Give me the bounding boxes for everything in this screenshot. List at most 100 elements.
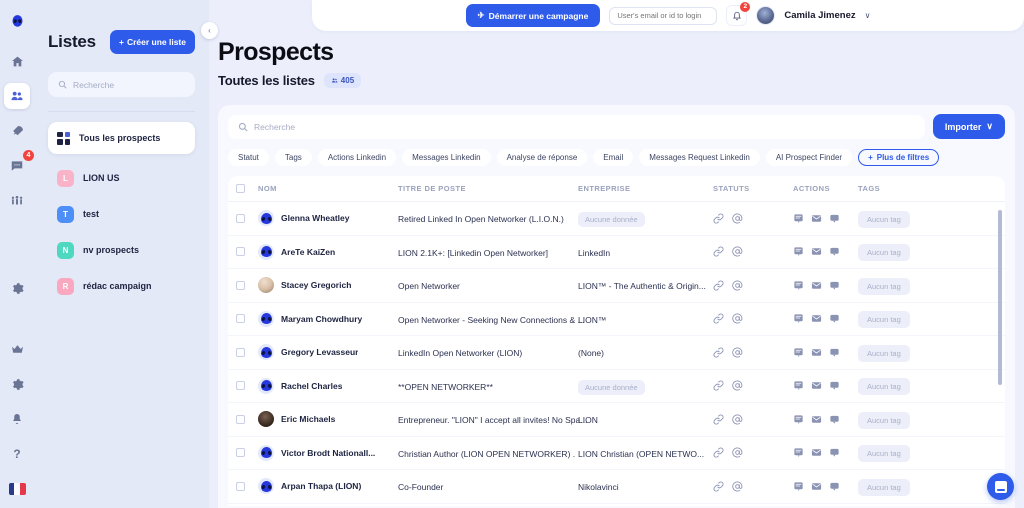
sidebar-item-redac-campaign[interactable]: R rédac campaign (48, 270, 195, 302)
tag-badge[interactable]: Aucun tag (858, 478, 910, 496)
note-icon[interactable] (793, 246, 804, 257)
envelope-icon[interactable] (811, 481, 822, 492)
note-icon[interactable] (793, 213, 804, 224)
tag-badge[interactable]: Aucun tag (858, 277, 910, 295)
rail-item-notifications[interactable] (4, 406, 30, 432)
note-icon[interactable] (793, 280, 804, 291)
brand-logo-icon[interactable] (4, 8, 30, 34)
filter-email[interactable]: Email (593, 149, 634, 166)
rail-item-settings-mid[interactable] (4, 275, 30, 301)
rail-item-campaigns[interactable] (4, 118, 30, 144)
start-campaign-button[interactable]: ✈ Démarrer une campagne (465, 4, 601, 27)
table-row[interactable]: Eric Michaels Entrepreneur. "LION" I acce… (228, 403, 1005, 437)
filter-messages-request-linkedin[interactable]: Messages Request Linkedin (639, 149, 760, 166)
filter-analyse-de-reponse[interactable]: Analyse de réponse (496, 149, 588, 166)
envelope-icon[interactable] (811, 414, 822, 425)
note-icon[interactable] (793, 481, 804, 492)
link-icon[interactable] (713, 481, 724, 492)
filter-statut[interactable]: Statut (228, 149, 269, 166)
table-row[interactable]: Glenna Wheatley Retired Linked In Open Ne… (228, 202, 1005, 236)
at-icon[interactable] (732, 347, 743, 358)
note-icon[interactable] (793, 414, 804, 425)
row-checkbox[interactable] (236, 347, 245, 357)
table-row[interactable]: Rachel Charles **OPEN NETWORKER** Aucune d… (228, 370, 1005, 403)
envelope-icon[interactable] (811, 347, 822, 358)
chat-icon[interactable] (829, 380, 840, 391)
rail-item-home[interactable] (4, 48, 30, 74)
row-checkbox[interactable] (236, 414, 245, 424)
filter-ai-prospect-finder[interactable]: AI Prospect Finder (765, 149, 853, 166)
table-row[interactable]: Stacey Gregorich Open Networker LION™ - Th… (228, 269, 1005, 303)
rail-item-messages[interactable]: 4 (4, 150, 34, 179)
at-icon[interactable] (732, 447, 743, 458)
filter-messages-linkedin[interactable]: Messages Linkedin (402, 149, 491, 166)
import-button[interactable]: Importer ∨ (932, 114, 1005, 139)
at-icon[interactable] (732, 481, 743, 492)
more-filters-button[interactable]: + Plus de filtres (858, 149, 940, 166)
table-row[interactable]: Arpan Thapa (LION) Co-Founder Nikolavinci A… (228, 470, 1005, 504)
column-header-tags[interactable]: TAGS (858, 184, 997, 193)
link-icon[interactable] (713, 414, 724, 425)
sidebar-search-input[interactable]: Recherche (48, 72, 195, 97)
row-checkbox[interactable] (236, 280, 245, 290)
tag-badge[interactable]: Aucun tag (858, 378, 910, 396)
sidebar-collapse-button[interactable]: ‹ (201, 22, 218, 39)
tag-badge[interactable]: Aucun tag (858, 311, 910, 329)
select-all-checkbox[interactable] (236, 184, 245, 193)
chat-icon[interactable] (829, 447, 840, 458)
at-icon[interactable] (732, 313, 743, 324)
link-icon[interactable] (713, 347, 724, 358)
at-icon[interactable] (732, 280, 743, 291)
column-header-entreprise[interactable]: ENTREPRISE (578, 184, 713, 193)
row-checkbox[interactable] (236, 213, 245, 223)
note-icon[interactable] (793, 313, 804, 324)
table-row[interactable]: Victor Brodt Nationall... Christian Autho… (228, 437, 1005, 470)
language-flag-fr[interactable] (4, 476, 30, 502)
envelope-icon[interactable] (811, 280, 822, 291)
envelope-icon[interactable] (811, 380, 822, 391)
column-header-actions[interactable]: ACTIONS (793, 184, 858, 193)
chat-icon[interactable] (829, 347, 840, 358)
table-scrollbar[interactable] (998, 210, 1002, 385)
rail-item-prospects[interactable] (4, 83, 30, 109)
tag-badge[interactable]: Aucun tag (858, 445, 910, 463)
rail-item-teams[interactable] (4, 188, 30, 214)
row-checkbox[interactable] (236, 448, 245, 458)
avatar[interactable] (756, 6, 776, 25)
at-icon[interactable] (732, 414, 743, 425)
envelope-icon[interactable] (811, 246, 822, 257)
link-icon[interactable] (713, 246, 724, 257)
chat-icon[interactable] (829, 313, 840, 324)
chat-icon[interactable] (829, 414, 840, 425)
table-row[interactable]: Gregory Levasseur LinkedIn Open Networker… (228, 336, 1005, 370)
column-header-nom[interactable]: NOM (258, 184, 398, 193)
at-icon[interactable] (732, 380, 743, 391)
table-row[interactable]: AreTe KaiZen LION 2.1K+: [Linkedin Open N… (228, 236, 1005, 269)
envelope-icon[interactable] (811, 213, 822, 224)
table-row[interactable]: Maryam Chowdhury Open Networker - Seeking… (228, 303, 1005, 336)
envelope-icon[interactable] (811, 447, 822, 458)
at-icon[interactable] (732, 246, 743, 257)
link-icon[interactable] (713, 313, 724, 324)
link-icon[interactable] (713, 213, 724, 224)
tag-badge[interactable]: Aucun tag (858, 344, 910, 362)
row-checkbox[interactable] (236, 314, 245, 324)
tag-badge[interactable]: Aucun tag (858, 411, 910, 429)
link-icon[interactable] (713, 380, 724, 391)
chat-icon[interactable] (829, 213, 840, 224)
note-icon[interactable] (793, 380, 804, 391)
rail-item-help[interactable]: ? (4, 441, 30, 467)
envelope-icon[interactable] (811, 313, 822, 324)
search-input[interactable]: Recherche (228, 114, 925, 139)
notifications-button[interactable]: 2 (726, 2, 751, 26)
create-list-button[interactable]: + Créer une liste (109, 30, 195, 54)
tag-badge[interactable]: Aucun tag (858, 210, 910, 228)
user-login-input[interactable] (609, 6, 718, 25)
row-checkbox[interactable] (236, 381, 245, 391)
row-checkbox[interactable] (236, 247, 245, 257)
row-checkbox[interactable] (236, 481, 245, 491)
note-icon[interactable] (793, 447, 804, 458)
sidebar-item-all-prospects[interactable]: Tous les prospects (48, 122, 195, 154)
sidebar-item-test[interactable]: T test (48, 198, 195, 230)
chevron-down-icon[interactable]: ∨ (865, 11, 871, 20)
